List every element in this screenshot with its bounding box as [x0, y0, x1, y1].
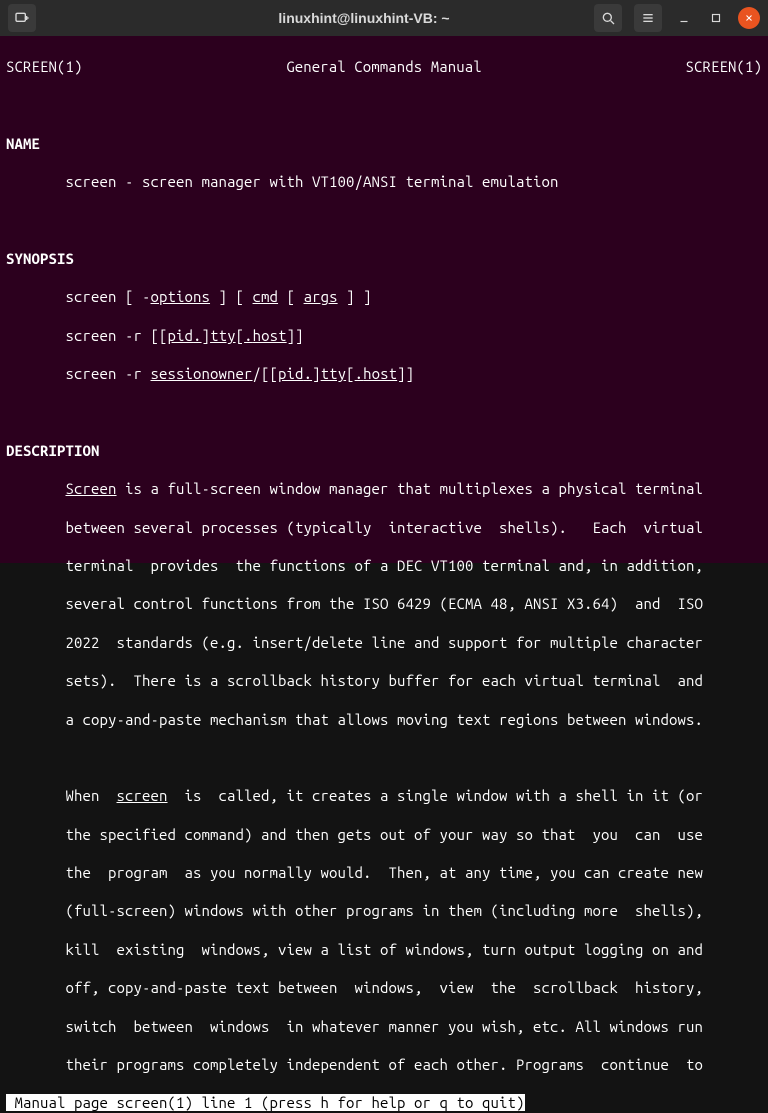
- man-header-left: SCREEN(1): [6, 57, 83, 76]
- desc-p2-l6: off, copy-and-paste text between windows…: [6, 978, 762, 997]
- new-tab-button[interactable]: [8, 4, 36, 32]
- man-header-center: General Commands Manual: [286, 57, 482, 76]
- close-icon: [744, 13, 754, 23]
- synopsis-line-2: screen -r [[pid.[.]tty[.host]]: [6, 326, 762, 345]
- synopsis-line-3: screen -r sessionowner/[[pid.]tty[.host]…: [6, 364, 762, 383]
- desc-p1-l1: Screen is a full-screen window manager t…: [6, 479, 762, 498]
- desc-p2-l8: their programs completely independent of…: [6, 1055, 762, 1074]
- desc-p1-l2: between several processes (typically int…: [6, 518, 762, 537]
- terminal-plus-icon: [14, 10, 30, 26]
- section-heading-name: NAME: [6, 134, 762, 153]
- minimize-button[interactable]: [674, 8, 694, 28]
- terminal-viewport[interactable]: SCREEN(1) General Commands Manual SCREEN(1…: [0, 36, 768, 563]
- man-statusbar: Manual page screen(1) line 1 (press h fo…: [6, 1094, 525, 1111]
- man-header: SCREEN(1) General Commands Manual SCREEN(1…: [6, 57, 762, 76]
- desc-p1-l4: several control functions from the ISO 6…: [6, 594, 762, 613]
- desc-p1-l6: sets). There is a scrollback history buf…: [6, 671, 762, 690]
- desc-p1-l3: terminal provides the functions of a DEC…: [6, 556, 762, 575]
- desc-p2-l1: When screen is called, it creates a sing…: [6, 786, 762, 805]
- synopsis-line-1: screen [ -options ] [ cmd [ args ] ]: [6, 287, 762, 306]
- man-header-right: SCREEN(1): [685, 57, 762, 76]
- minimize-icon: [677, 11, 691, 25]
- maximize-icon: [709, 11, 723, 25]
- section-heading-synopsis: SYNOPSIS: [6, 249, 762, 268]
- name-body: screen - screen manager with VT100/ANSI …: [6, 172, 762, 191]
- blank-line: [6, 403, 762, 422]
- search-button[interactable]: [594, 4, 622, 32]
- blank-line: [6, 96, 762, 115]
- desc-p2-l3: the program as you normally would. Then,…: [6, 863, 762, 882]
- desc-p1-l7: a copy-and-paste mechanism that allows m…: [6, 710, 762, 729]
- desc-p2-l4: (full-screen) windows with other program…: [6, 901, 762, 920]
- blank-line: [6, 211, 762, 230]
- window-titlebar: linuxhint@linuxhint-VB: ~: [0, 0, 768, 36]
- hamburger-icon: [640, 10, 656, 26]
- search-icon: [600, 10, 616, 26]
- section-heading-description: DESCRIPTION: [6, 441, 762, 460]
- desc-p2-l2: the specified command) and then gets out…: [6, 825, 762, 844]
- desc-p2-l7: switch between windows in whatever manne…: [6, 1017, 762, 1036]
- desc-p2-l5: kill existing windows, view a list of wi…: [6, 940, 762, 959]
- close-button[interactable]: [738, 7, 760, 29]
- menu-button[interactable]: [634, 4, 662, 32]
- maximize-button[interactable]: [706, 8, 726, 28]
- desc-p1-l5: 2022 standards (e.g. insert/delete line …: [6, 633, 762, 652]
- blank-line: [6, 748, 762, 767]
- window-title: linuxhint@linuxhint-VB: ~: [156, 10, 572, 26]
